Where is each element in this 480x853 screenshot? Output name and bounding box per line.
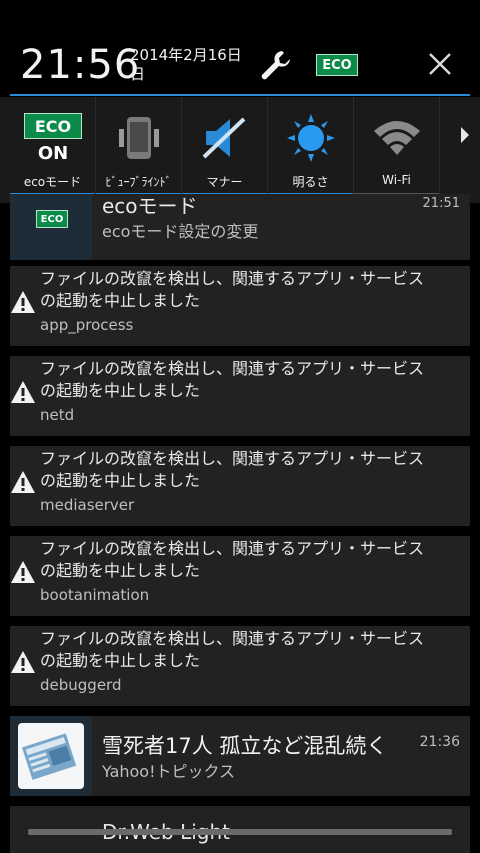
notification-alert[interactable]: ファイルの改竄を検出し、関連するアプリ・サービス の起動を中止しました medi… xyxy=(10,446,470,526)
quick-settings-bar: ECO ON ecoモード ﾋﾞｭｰﾌﾞﾗｲﾝﾄﾞ マナー 明るさ Wi-Fi xyxy=(0,97,480,203)
status-header: 21:56 2014年2月16日 日 ECO xyxy=(0,38,480,96)
notification-title: ecoモード xyxy=(102,194,198,218)
warning-icon xyxy=(11,291,35,313)
notification-title-line1: ファイルの改竄を検出し、関連するアプリ・サービス xyxy=(40,629,425,648)
eco-badge: ECO xyxy=(24,113,82,139)
notification-process: netd xyxy=(40,406,75,424)
brightness-icon xyxy=(287,114,335,162)
qs-label: ecoモード xyxy=(23,175,82,189)
newspaper-icon xyxy=(18,723,84,789)
warning-icon xyxy=(11,381,35,403)
qs-tile-wifi[interactable]: Wi-Fi xyxy=(354,97,440,203)
notification-title-line1: ファイルの改竄を検出し、関連するアプリ・サービス xyxy=(40,539,425,558)
notification-news[interactable]: 雪死者17人 孤立など混乱続く Yahoo!トピックス 21:36 xyxy=(10,716,470,796)
warning-icon xyxy=(11,471,35,493)
notification-time: 21:51 xyxy=(422,196,460,211)
warning-icon xyxy=(11,561,35,583)
notification-process: mediaserver xyxy=(40,496,135,514)
view-blind-icon xyxy=(119,117,159,159)
qs-tile-brightness[interactable]: 明るさ xyxy=(268,97,354,203)
qs-label: マナー xyxy=(206,175,243,189)
notification-subtitle: ecoモード設定の変更 xyxy=(102,222,259,241)
clock: 21:56 xyxy=(20,42,141,88)
settings-wrench-icon[interactable] xyxy=(258,48,294,84)
notification-thumb: ECO xyxy=(10,194,92,260)
date-line2: 日 xyxy=(130,65,146,83)
notification-title-line2: の起動を中止しました xyxy=(40,291,201,310)
notification-title: 雪死者17人 孤立など混乱続く xyxy=(102,734,388,758)
drag-handle[interactable] xyxy=(28,829,452,835)
qs-tile-manner[interactable]: マナー xyxy=(182,97,268,203)
qs-label: ﾋﾞｭｰﾌﾞﾗｲﾝﾄﾞ xyxy=(105,175,172,189)
notification-alert[interactable]: ファイルの改竄を検出し、関連するアプリ・サービス の起動を中止しました debu… xyxy=(10,626,470,706)
warning-icon xyxy=(11,651,35,673)
notification-time: 21:36 xyxy=(419,734,460,750)
eco-status-icon: ECO xyxy=(316,54,358,76)
notification-process: app_process xyxy=(40,316,134,334)
qs-scroll-more[interactable] xyxy=(450,97,480,203)
close-icon[interactable] xyxy=(426,50,454,78)
date: 2014年2月16日 日 xyxy=(130,46,250,84)
qs-label: Wi-Fi xyxy=(382,173,411,187)
eco-state: ON xyxy=(37,143,69,164)
wifi-icon xyxy=(374,121,420,155)
eco-icon: ECO xyxy=(36,210,68,228)
manner-mode-icon xyxy=(202,117,246,159)
qs-tile-eco[interactable]: ECO ON ecoモード xyxy=(10,97,96,203)
notification-title-line2: の起動を中止しました xyxy=(40,561,201,580)
notification-title-line2: の起動を中止しました xyxy=(40,381,201,400)
notification-thumb xyxy=(10,716,92,796)
qs-label: 明るさ xyxy=(292,175,329,189)
notification-title-line2: の起動を中止しました xyxy=(40,471,201,490)
qs-tile-view-blind[interactable]: ﾋﾞｭｰﾌﾞﾗｲﾝﾄﾞ xyxy=(96,97,182,203)
notification-title-line1: ファイルの改竄を検出し、関連するアプリ・サービス xyxy=(40,269,425,288)
notification-alert[interactable]: ファイルの改竄を検出し、関連するアプリ・サービス の起動を中止しました boot… xyxy=(10,536,470,616)
notification-eco[interactable]: ECO ecoモード ecoモード設定の変更 21:51 xyxy=(10,194,470,260)
notification-process: bootanimation xyxy=(40,586,150,604)
date-line1: 2014年2月16日 xyxy=(130,46,242,64)
header-divider xyxy=(10,94,470,96)
notification-title-line1: ファイルの改竄を検出し、関連するアプリ・サービス xyxy=(40,449,425,468)
notification-subtitle: Yahoo!トピックス xyxy=(102,762,236,781)
notification-title-line2: の起動を中止しました xyxy=(40,651,201,670)
notification-alert[interactable]: ファイルの改竄を検出し、関連するアプリ・サービス の起動を中止しました netd xyxy=(10,356,470,436)
notification-process: debuggerd xyxy=(40,676,122,694)
eco-on-icon: ECO ON xyxy=(24,113,82,164)
notification-title-line1: ファイルの改竄を検出し、関連するアプリ・サービス xyxy=(40,359,425,378)
chevron-right-icon xyxy=(461,127,469,143)
notification-alert[interactable]: ファイルの改竄を検出し、関連するアプリ・サービス の起動を中止しました app_… xyxy=(10,266,470,346)
